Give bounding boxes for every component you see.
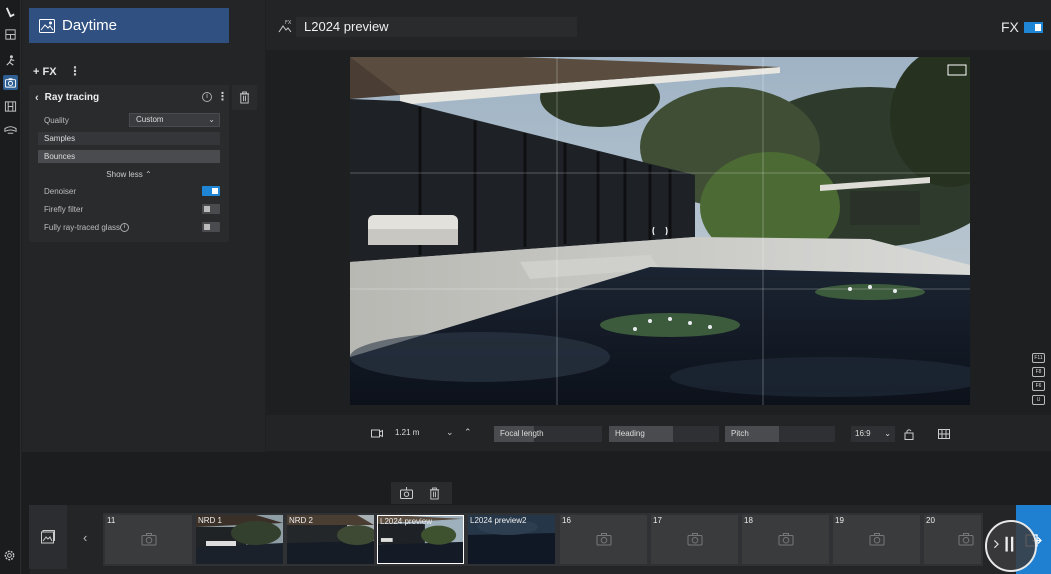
gallery-button[interactable] — [29, 505, 67, 569]
thumbnail-label: NRD 2 — [289, 516, 314, 525]
quality-label: Quality — [44, 116, 69, 125]
thumbnail-label: 19 — [835, 516, 844, 525]
camera-height-icon[interactable] — [371, 428, 383, 438]
focal-length-label: Focal length — [500, 429, 544, 438]
chevron-down-icon: ⌄ — [208, 115, 215, 124]
camera-icon — [958, 533, 974, 546]
denoiser-label: Denoiser — [44, 187, 77, 196]
thumbnail-l2024-preview2[interactable]: L2024 preview2 — [468, 515, 555, 564]
add-fx-label: + FX — [33, 65, 57, 78]
left-panel — [22, 0, 265, 505]
preview-icon: FX — [276, 18, 294, 36]
pitch-label: Pitch — [731, 429, 749, 438]
add-snapshot-icon[interactable] — [400, 487, 413, 499]
aspect-ratio-value: 16:9 — [855, 429, 871, 438]
render-preview[interactable] — [350, 57, 970, 405]
thumbnail-nrd-1[interactable]: NRD 1 — [196, 515, 283, 564]
grid-overlay-icon[interactable] — [938, 429, 950, 439]
figure-icon[interactable] — [3, 53, 18, 68]
thumbnail-label: 17 — [653, 516, 662, 525]
fx-more-icon[interactable]: ⋮ — [69, 64, 81, 79]
heading-label: Heading — [615, 429, 645, 438]
pitch-slider[interactable]: Pitch — [725, 426, 835, 442]
thumbnail-16[interactable]: 16 — [560, 515, 647, 564]
bounces-slider[interactable]: Bounces — [38, 150, 220, 163]
fx-label: FX — [1001, 19, 1019, 35]
chevron-up-icon[interactable]: ⌃ — [464, 427, 472, 438]
thumbnail-l2024-preview[interactable]: L2024 preview — [377, 515, 464, 564]
thumbnail-11[interactable]: 11 — [105, 515, 192, 564]
chevron-down-icon[interactable]: ⌄ — [446, 427, 454, 438]
ray-tracing-header[interactable]: ‹ Ray tracing — [35, 90, 99, 105]
effect-more-icon[interactable]: ⋮ — [217, 90, 228, 105]
svg-text:FX: FX — [285, 20, 292, 26]
show-less-button[interactable]: Show less ⌃ — [29, 170, 229, 179]
samples-slider[interactable]: Samples — [38, 132, 220, 145]
quality-select[interactable]: Custom ⌄ — [129, 113, 220, 127]
glass-toggle[interactable] — [202, 222, 220, 232]
camera-icon — [596, 533, 612, 546]
firefly-filter-label: Firefly filter — [44, 205, 84, 214]
view-name-field[interactable]: L2024 preview — [296, 17, 577, 37]
thumbnail-label: NRD 1 — [198, 516, 223, 525]
show-less-label: Show less — [106, 170, 143, 179]
heading-slider[interactable]: Heading — [609, 426, 719, 442]
logo-icon[interactable] — [3, 5, 18, 20]
chevron-left-icon[interactable]: ‹ — [83, 530, 87, 545]
thumbnail-label: 20 — [926, 516, 935, 525]
camera-icon — [869, 533, 885, 546]
firefly-filter-toggle[interactable] — [202, 204, 220, 214]
bounces-label: Bounces — [44, 152, 76, 161]
thumbnail-label: L2024 preview2 — [470, 516, 527, 525]
thumbnail-18[interactable]: 18 — [742, 515, 829, 564]
add-fx-button[interactable]: + FX — [33, 64, 57, 79]
hotkey-f8[interactable]: F8 — [1032, 367, 1045, 377]
play-pause-button[interactable] — [985, 520, 1037, 572]
camera-icon — [141, 533, 157, 546]
thumbnail-20[interactable]: 20 — [924, 515, 981, 564]
effect-title: Ray tracing — [44, 92, 100, 103]
focal-length-slider[interactable]: Focal length — [494, 426, 602, 442]
trash-icon — [239, 91, 250, 104]
left-toolbar — [0, 0, 21, 574]
lock-icon[interactable] — [904, 428, 914, 440]
trash-icon[interactable] — [429, 487, 440, 500]
ray-tracing-panel — [29, 85, 229, 242]
glass-label: Fully ray-traced glass — [44, 223, 121, 232]
hotkey-f6[interactable]: F6 — [1032, 381, 1045, 391]
thumbnail-label: 16 — [562, 516, 571, 525]
thumbnail-nrd-2[interactable]: NRD 2 — [287, 515, 374, 564]
thumbnail-label: L2024 preview — [380, 517, 433, 526]
preset-header[interactable]: Daytime — [29, 8, 229, 43]
settings-icon[interactable] — [3, 549, 16, 562]
landscape-icon — [39, 18, 55, 33]
denoiser-toggle[interactable] — [202, 186, 220, 196]
info-icon[interactable]: i — [202, 92, 212, 102]
gallery-icon — [41, 530, 55, 544]
chevron-down-icon: ⌄ — [884, 429, 891, 438]
preset-name: Daytime — [62, 17, 118, 34]
info-icon[interactable]: i — [120, 223, 129, 232]
delete-effect-button[interactable] — [232, 85, 257, 110]
camera-distance[interactable]: 1.21 m — [395, 428, 419, 437]
fx-toggle[interactable] — [1024, 22, 1043, 33]
hotkey-u[interactable]: U — [1032, 395, 1045, 405]
thumbnail-label: 11 — [107, 516, 116, 525]
thumbnail-17[interactable]: 17 — [651, 515, 738, 564]
vr-icon[interactable] — [3, 122, 18, 137]
layers-icon[interactable] — [3, 27, 18, 42]
thumbnail-label: 18 — [744, 516, 753, 525]
film-icon[interactable] — [3, 99, 18, 114]
chevron-left-icon[interactable]: ‹ — [35, 92, 39, 104]
hotkey-f11[interactable]: F11 — [1032, 353, 1045, 363]
camera-icon[interactable] — [3, 75, 18, 90]
thumbnail-19[interactable]: 19 — [833, 515, 920, 564]
camera-icon — [687, 533, 703, 546]
camera-icon — [778, 533, 794, 546]
aspect-ratio-select[interactable]: 16:9 ⌄ — [851, 426, 895, 442]
pause-icon — [993, 536, 1014, 552]
samples-label: Samples — [44, 134, 76, 143]
quality-value: Custom — [136, 115, 164, 124]
